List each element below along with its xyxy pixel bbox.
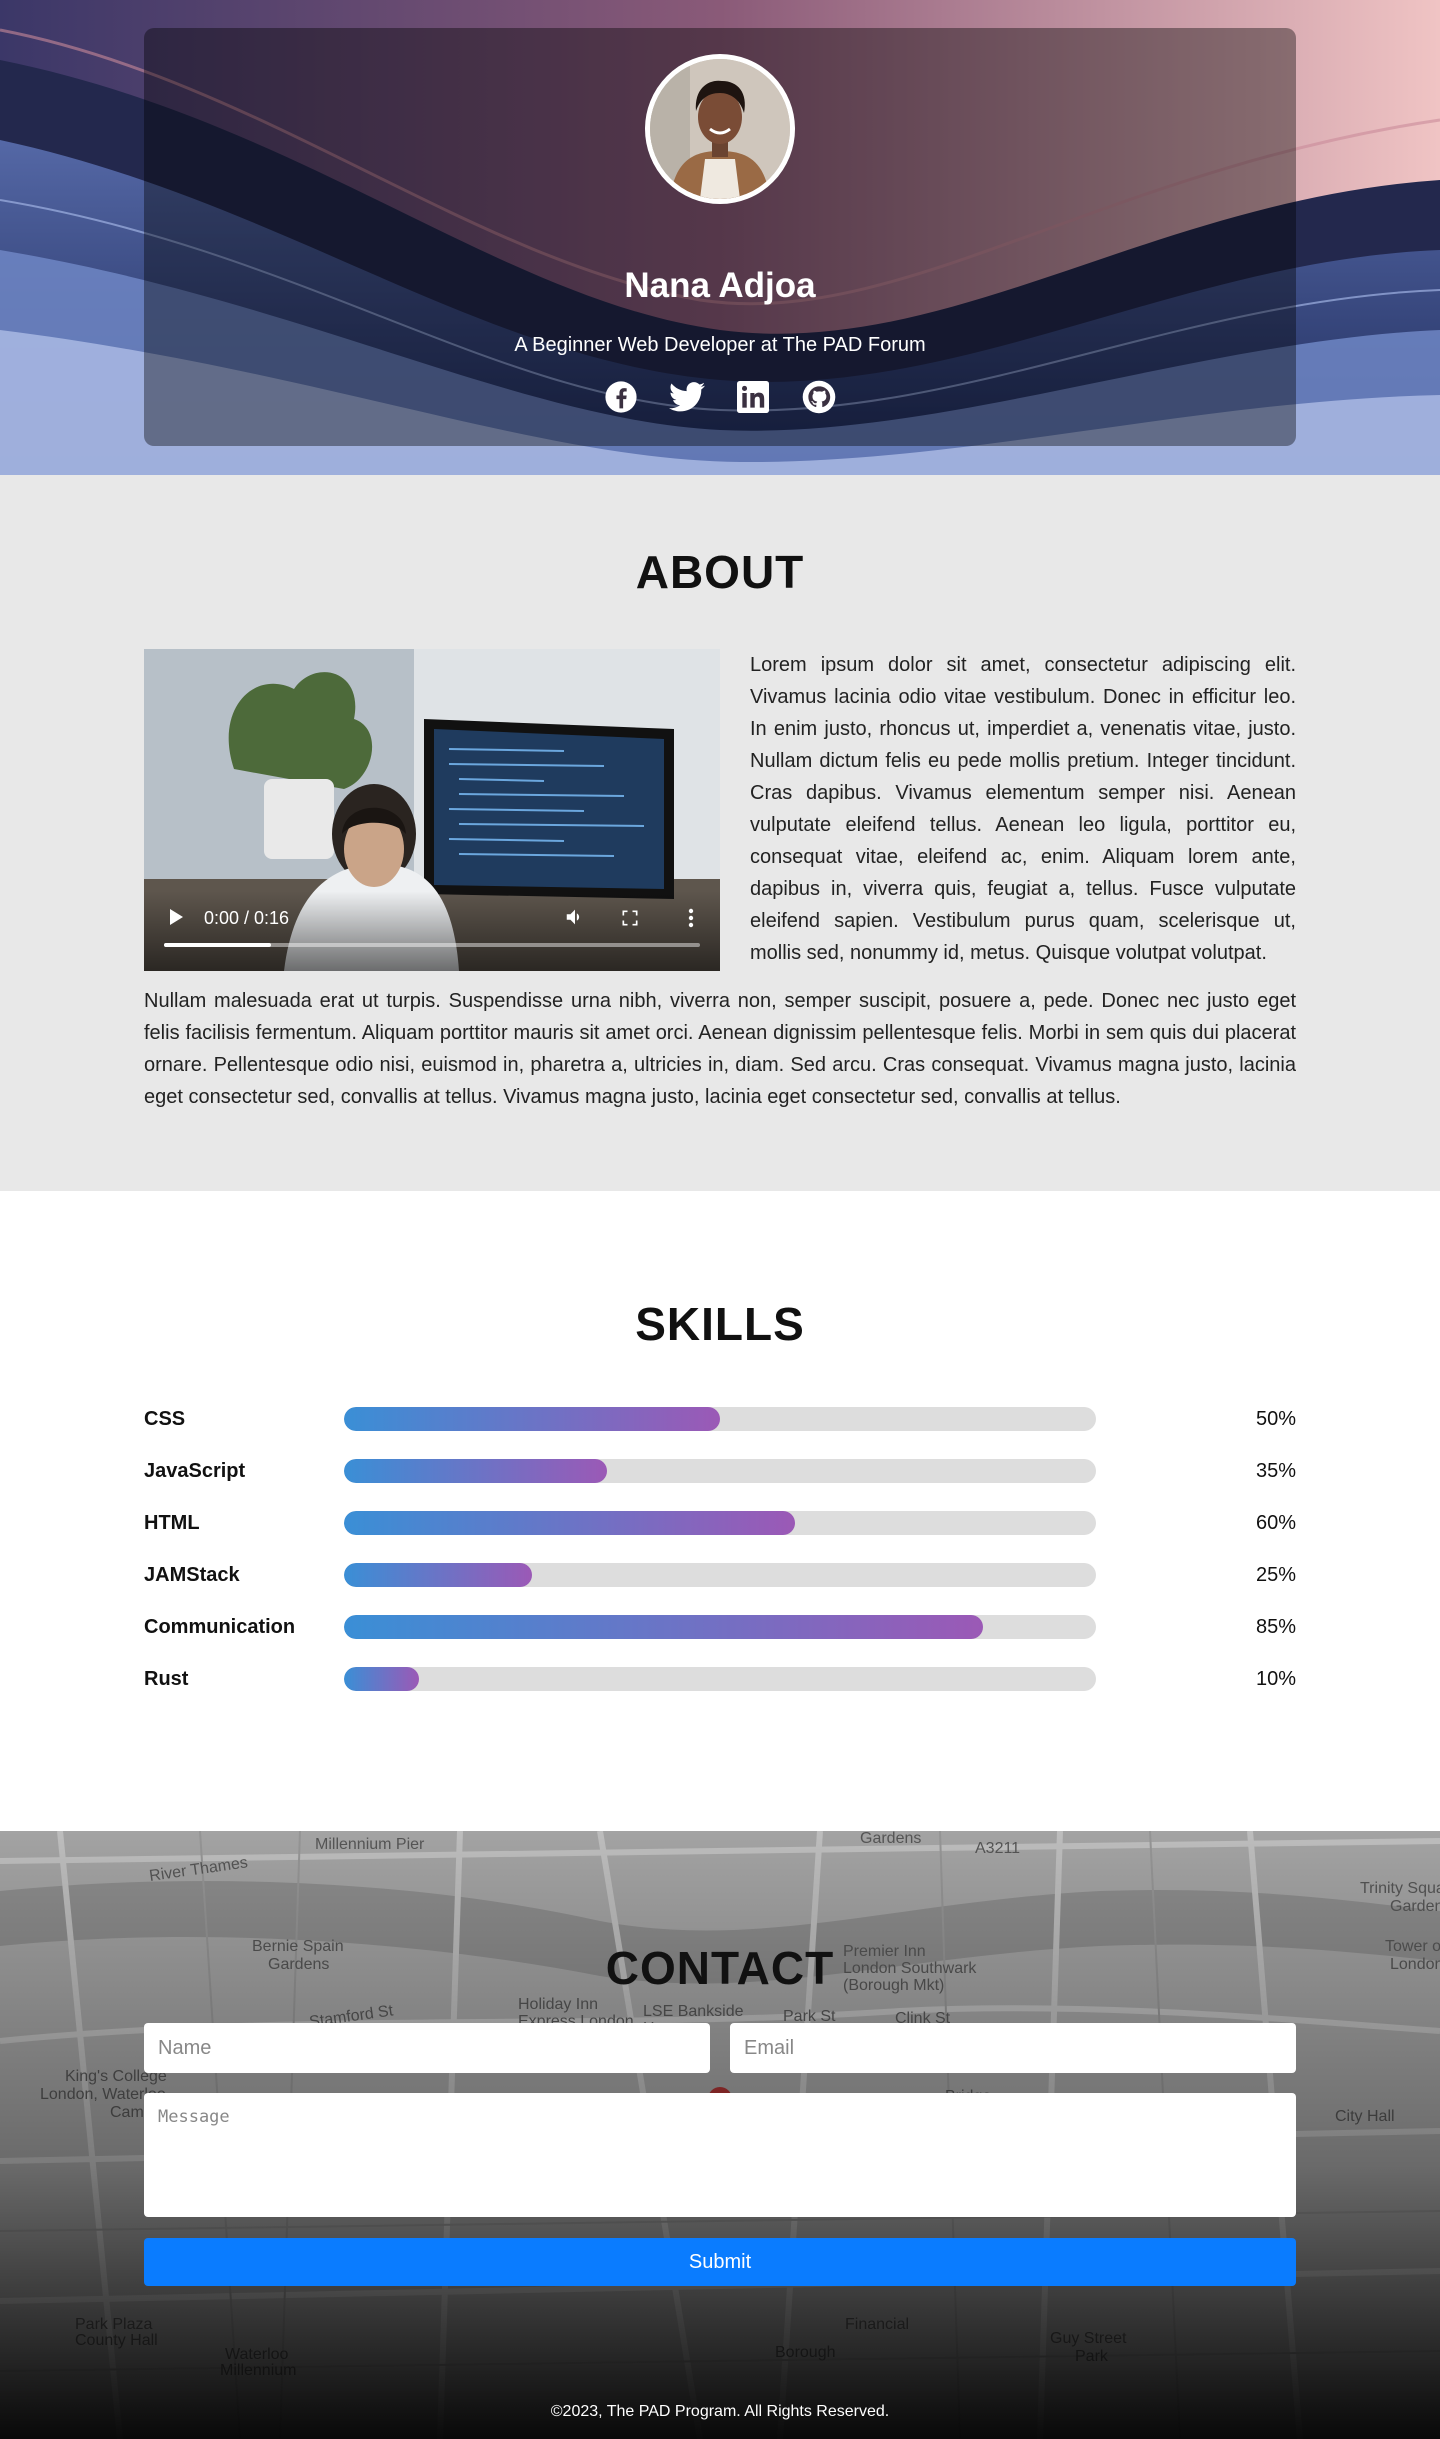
- linkedin-link[interactable]: [735, 379, 771, 415]
- skill-bar-fill: [344, 1615, 984, 1639]
- contact-form-row: [144, 2023, 1296, 2073]
- skill-row: JavaScript 35%: [144, 1445, 1296, 1497]
- skill-name: HTML: [144, 1511, 200, 1534]
- skill-bar-fill: [344, 1667, 420, 1691]
- twitter-icon: [669, 382, 705, 412]
- submit-button[interactable]: Submit: [144, 2238, 1296, 2286]
- skills-section: SKILLS CSS 50% JavaScript 35% HTML 60% JAMStac…: [0, 1191, 1440, 1831]
- social-links: [603, 379, 837, 415]
- linkedin-icon: [737, 381, 769, 413]
- email-input[interactable]: [730, 2023, 1296, 2073]
- more-options-icon[interactable]: [688, 908, 694, 933]
- about-paragraph-2: Nullam malesuada erat ut turpis. Suspend…: [144, 990, 1296, 1108]
- facebook-link[interactable]: [603, 379, 639, 415]
- about-content: 0:00 / 0:16 Lorem ipsum dolor sit amet, …: [144, 649, 1296, 971]
- skill-bar-fill: [344, 1511, 796, 1535]
- hero-section: Nana Adjoa A Beginner Web Developer at T…: [0, 0, 1440, 475]
- skill-percent: 50%: [1255, 1407, 1296, 1430]
- video-progress-fill: [164, 943, 272, 947]
- skill-bar-track: [344, 1511, 1096, 1535]
- skill-percent: 10%: [1255, 1667, 1296, 1690]
- skill-name: JavaScript: [144, 1459, 246, 1482]
- about-title: ABOUT: [635, 546, 805, 598]
- skill-name: Rust: [144, 1667, 189, 1690]
- play-icon[interactable]: [168, 908, 184, 931]
- profile-card: Nana Adjoa A Beginner Web Developer at T…: [144, 28, 1296, 446]
- skill-row: JAMStack 25%: [144, 1549, 1296, 1601]
- skill-bar-track: [344, 1615, 1096, 1639]
- skill-row: Rust 10%: [144, 1653, 1296, 1705]
- skill-bar-track: [344, 1407, 1096, 1431]
- profile-name: Nana Adjoa: [624, 266, 816, 305]
- name-input[interactable]: [144, 2023, 710, 2073]
- message-textarea[interactable]: [144, 2093, 1296, 2217]
- skill-bar-track: [344, 1459, 1096, 1483]
- skill-row: HTML 60%: [144, 1497, 1296, 1549]
- github-link[interactable]: [801, 379, 837, 415]
- twitter-link[interactable]: [669, 379, 705, 415]
- profile-subtitle: A Beginner Web Developer at The PAD Foru…: [514, 334, 926, 356]
- video-time: 0:00 / 0:16: [204, 908, 290, 928]
- volume-icon[interactable]: [564, 906, 586, 933]
- skill-bar-fill: [344, 1459, 608, 1483]
- video-controls: 0:00 / 0:16: [144, 891, 720, 971]
- skill-percent: 35%: [1255, 1459, 1296, 1482]
- about-section: ABOUT 0:00 / 0:16 Lorem ipsum dolor sit …: [0, 475, 1440, 1191]
- skill-name: JAMStack: [144, 1563, 240, 1586]
- skill-bar-track: [344, 1563, 1096, 1587]
- video-progress-track[interactable]: [164, 943, 700, 947]
- avatar-portrait: [650, 59, 790, 199]
- skill-percent: 85%: [1255, 1615, 1296, 1638]
- avatar: [645, 54, 795, 204]
- skill-list: CSS 50% JavaScript 35% HTML 60% JAMStack 25% Com…: [144, 1393, 1296, 1705]
- contact-form: Submit: [144, 2023, 1296, 2286]
- skill-name: CSS: [144, 1407, 186, 1430]
- skills-title: SKILLS: [635, 1298, 805, 1350]
- skill-percent: 60%: [1255, 1511, 1296, 1534]
- about-paragraph-1: Lorem ipsum dolor sit amet, consectetur …: [750, 654, 1296, 964]
- facebook-icon: [605, 381, 637, 413]
- skill-bar-fill: [344, 1407, 720, 1431]
- github-icon: [802, 380, 836, 414]
- contact-title: CONTACT: [605, 1942, 835, 1994]
- skill-percent: 25%: [1255, 1563, 1296, 1586]
- skill-name: Communication: [144, 1615, 296, 1638]
- contact-section: River Thames Millennium Pier Gardens A32…: [0, 1831, 1440, 2439]
- skill-row: CSS 50%: [144, 1393, 1296, 1445]
- video-player[interactable]: 0:00 / 0:16: [144, 649, 720, 971]
- skill-bar-fill: [344, 1563, 532, 1587]
- footer-text: ©2023, The PAD Program. All Rights Reser…: [550, 2403, 890, 2420]
- skill-bar-track: [344, 1667, 1096, 1691]
- contact-content: CONTACT Submit: [0, 1831, 1440, 2286]
- skill-row: Communication 85%: [144, 1601, 1296, 1653]
- fullscreen-icon[interactable]: [620, 908, 640, 933]
